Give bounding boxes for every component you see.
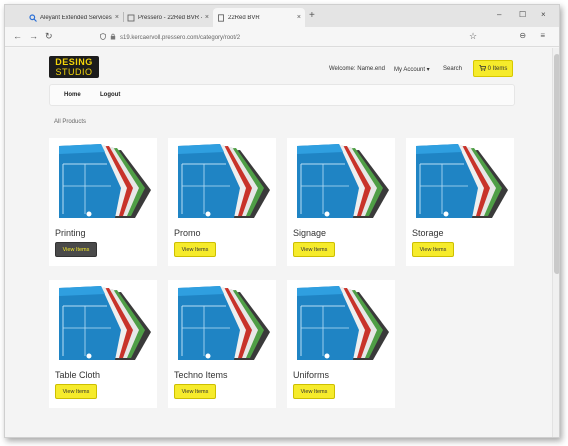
new-tab-button[interactable]: + xyxy=(309,10,315,21)
logo-line-1: DESING xyxy=(55,57,93,67)
menu-logout-link[interactable]: Logout xyxy=(100,92,120,98)
vertical-scrollbar[interactable] xyxy=(552,48,559,437)
close-icon[interactable]: × xyxy=(541,10,546,19)
view-items-button[interactable]: View Items xyxy=(55,242,97,257)
menu-home-link[interactable]: Home xyxy=(64,92,81,98)
product-image xyxy=(287,280,395,362)
product-title: Printing xyxy=(55,228,86,238)
product-card[interactable]: Promo View Items xyxy=(168,138,276,266)
cart-count: 0 Items xyxy=(487,65,508,72)
tab-strip: Aleyant Extended Services × Pressero - 2… xyxy=(5,5,559,27)
scrollbar-thumb[interactable] xyxy=(554,54,559,274)
product-image xyxy=(406,138,514,220)
product-title: Promo xyxy=(174,228,201,238)
product-card[interactable]: Table Cloth View Items xyxy=(49,280,157,408)
product-image xyxy=(168,138,276,220)
back-arrow-icon[interactable]: ← xyxy=(13,31,22,41)
product-title: Storage xyxy=(412,228,444,238)
section-title: All Products xyxy=(54,119,87,125)
search-link[interactable]: Search xyxy=(443,66,462,72)
product-card[interactable]: Storage View Items xyxy=(406,138,514,266)
product-card[interactable]: Signage View Items xyxy=(287,138,395,266)
reload-icon[interactable]: ↻ xyxy=(45,31,53,42)
url-text: s19.kercaervoll.pressero.com/category/ro… xyxy=(120,34,241,41)
minimize-icon[interactable]: – xyxy=(497,10,501,19)
view-items-button[interactable]: View Items xyxy=(293,384,335,399)
product-title: Uniforms xyxy=(293,370,330,380)
shield-icon xyxy=(100,33,106,42)
tab-title: 22Red BVR xyxy=(228,14,260,21)
tab-aleyant[interactable]: Aleyant Extended Services × xyxy=(25,8,123,27)
product-image xyxy=(49,280,157,362)
view-items-button[interactable]: View Items xyxy=(293,242,335,257)
product-card[interactable]: Uniforms View Items xyxy=(287,280,395,408)
page-content: DESING STUDIO Welcome: Name.end My Accou… xyxy=(5,48,552,437)
view-items-button[interactable]: View Items xyxy=(412,242,454,257)
welcome-text: Welcome: Name.end xyxy=(329,66,385,72)
product-title: Techno Items xyxy=(174,370,228,380)
cart-icon xyxy=(478,64,486,73)
forward-arrow-icon[interactable]: → xyxy=(29,31,38,41)
view-items-button[interactable]: View Items xyxy=(174,384,216,399)
product-image xyxy=(168,280,276,362)
site-logo[interactable]: DESING STUDIO xyxy=(49,56,99,78)
extensions-menu-icon[interactable]: ⊖ ≡ xyxy=(519,31,551,40)
address-toolbar: ← → ↻ s19.kercaervoll.pressero.com/categ… xyxy=(5,27,559,47)
browser-window: Aleyant Extended Services × Pressero - 2… xyxy=(4,4,560,438)
search-icon xyxy=(29,13,37,22)
maximize-icon[interactable]: ☐ xyxy=(519,10,526,19)
product-card[interactable]: Printing View Items xyxy=(49,138,157,266)
product-image xyxy=(287,138,395,220)
product-title: Signage xyxy=(293,228,327,238)
tab-22red-active[interactable]: 22Red BVR × xyxy=(213,8,305,27)
tab-pressero[interactable]: Pressero - 22Red BVR - Sh × xyxy=(123,8,213,27)
tab-close-icon[interactable]: × xyxy=(115,14,119,21)
logo-line-2: STUDIO xyxy=(55,67,93,77)
document-icon xyxy=(127,14,135,22)
product-card[interactable]: Techno Items View Items xyxy=(168,280,276,408)
tab-close-icon[interactable]: × xyxy=(297,14,301,21)
main-menu: Home Logout xyxy=(49,84,515,106)
tab-title: Aleyant Extended Services xyxy=(40,14,112,21)
product-title: Table Cloth xyxy=(55,370,101,380)
address-bar[interactable]: s19.kercaervoll.pressero.com/category/ro… xyxy=(100,32,480,43)
tab-close-icon[interactable]: × xyxy=(205,14,209,21)
bookmark-star-icon[interactable]: ☆ xyxy=(469,31,477,42)
view-items-button[interactable]: View Items xyxy=(55,384,97,399)
my-account-dropdown[interactable]: My Account ▾ xyxy=(394,66,430,73)
view-items-button[interactable]: View Items xyxy=(174,242,216,257)
cart-button[interactable]: 0 Items xyxy=(473,60,513,77)
product-image xyxy=(49,138,157,220)
tab-title: Pressero - 22Red BVR - Sh xyxy=(138,14,202,21)
lock-icon xyxy=(110,33,116,42)
document-icon xyxy=(217,13,225,22)
